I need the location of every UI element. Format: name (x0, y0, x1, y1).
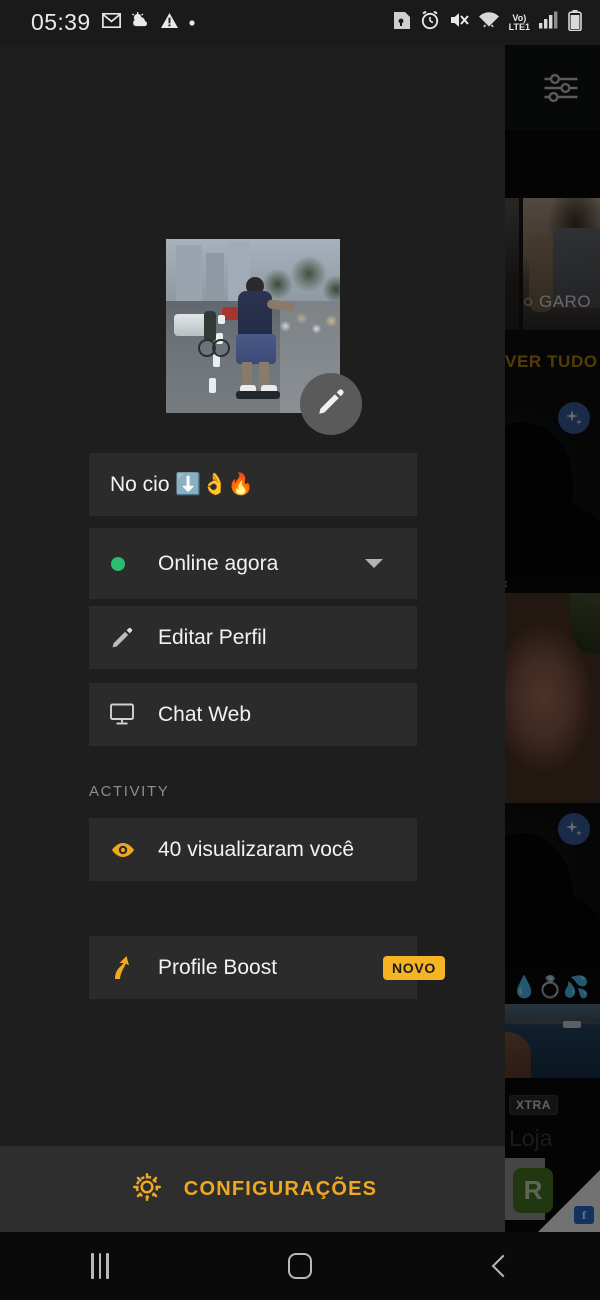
profile-status-row[interactable]: No cio ⬇️👌🔥 (89, 453, 417, 516)
profile-views-row[interactable]: 40 visualizaram você (89, 818, 417, 881)
volte-lte1-icon: Vo) LTE1 (508, 12, 530, 32)
chevron-down-icon[interactable] (365, 559, 383, 568)
recents-icon (91, 1253, 109, 1279)
signal-icon (539, 11, 559, 34)
back-icon (491, 1254, 514, 1278)
settings-button[interactable]: CONFIGURAÇÕES (0, 1146, 505, 1232)
pencil-icon (316, 387, 346, 422)
mute-icon (449, 11, 469, 34)
boost-arrow-icon (110, 955, 140, 981)
profile-views-label: 40 visualizaram você (158, 837, 355, 861)
weather-icon (130, 11, 151, 34)
profile-drawer: No cio ⬇️👌🔥 Online agora Editar Perfil C… (0, 45, 505, 1232)
wifi-icon (478, 11, 500, 34)
profile-boost-label: Profile Boost (158, 955, 278, 979)
profile-status-text: No cio ⬇️👌🔥 (110, 472, 254, 496)
sd-card-icon (393, 11, 411, 35)
battery-icon (568, 9, 582, 36)
novo-badge: NOVO (382, 955, 445, 980)
recents-button[interactable] (0, 1253, 200, 1279)
online-status-row[interactable]: Online agora (89, 528, 417, 599)
phone-screen: ○ GARO VER TUDO ‹ (0, 0, 600, 1300)
gear-icon (128, 1168, 166, 1211)
settings-label: CONFIGURAÇÕES (183, 1177, 378, 1200)
edit-profile-label: Editar Perfil (158, 625, 267, 649)
monitor-icon (110, 703, 140, 726)
status-bar: 05:39 Vo) LTE1 (0, 0, 600, 45)
home-icon (288, 1253, 312, 1279)
profile-boost-row[interactable]: Profile Boost NOVO (89, 936, 445, 999)
status-time: 05:39 (31, 9, 91, 35)
chat-web-row[interactable]: Chat Web (89, 683, 417, 746)
back-button[interactable] (400, 1254, 600, 1278)
warning-icon (160, 12, 179, 34)
edit-profile-row[interactable]: Editar Perfil (89, 606, 417, 669)
pencil-icon (110, 626, 140, 650)
avatar[interactable] (166, 239, 362, 435)
status-right-icons: Vo) LTE1 (393, 9, 582, 36)
gmail-icon (101, 12, 121, 33)
alarm-icon (420, 10, 440, 35)
dot-icon (188, 14, 196, 32)
chat-web-label: Chat Web (158, 702, 251, 726)
online-status-label: Online agora (158, 551, 279, 575)
eye-icon (110, 841, 140, 859)
android-nav-bar (0, 1232, 600, 1300)
status-left-icons (101, 11, 196, 34)
activity-section-title: ACTIVITY (89, 783, 170, 800)
online-dot-icon (110, 556, 140, 572)
edit-photo-button[interactable] (300, 373, 362, 435)
home-button[interactable] (200, 1253, 400, 1279)
